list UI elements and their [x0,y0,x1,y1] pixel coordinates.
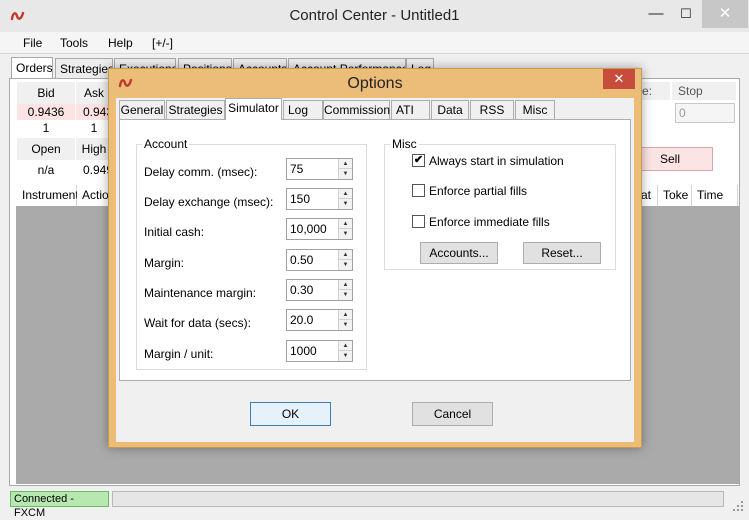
ask-header: Ask [76,82,112,104]
spin-up-icon[interactable]: ▲ [339,159,352,169]
high-value: 0.949 [83,163,114,177]
delay-exchange-input[interactable]: 150 ▲ ▼ [286,188,353,210]
enforce-immediate-fills-label[interactable]: Enforce immediate fills [429,215,550,229]
margin-per-unit-label: Margin / unit: [144,347,214,361]
tab-general[interactable]: General [119,100,165,119]
spin-up-icon[interactable]: ▲ [339,310,352,320]
spin-down-icon[interactable]: ▼ [339,320,352,330]
tab-data[interactable]: Data [431,100,469,119]
cancel-button[interactable]: Cancel [412,402,493,426]
initial-cash-value: 10,000 [290,222,327,236]
wait-for-data-input[interactable]: 20.0 ▲ ▼ [286,309,353,331]
window-title: Control Center - Untitled1 [289,7,460,24]
tab-rss[interactable]: RSS [470,100,514,119]
tab-ati[interactable]: ATI [391,100,430,119]
dialog-close-button[interactable]: ✕ [603,69,635,89]
bid-size: 1 [42,121,50,135]
always-start-simulation-checkbox[interactable]: ✔ [412,154,425,167]
delay-comm-label: Delay comm. (msec): [144,165,258,179]
enforce-partial-fills-label[interactable]: Enforce partial fills [429,184,527,198]
margin-label: Margin: [144,256,185,270]
ok-button[interactable]: OK [250,402,331,426]
column-action[interactable]: Actio [77,185,111,206]
maximize-button[interactable]: ☐ [671,0,701,28]
tab-dialog-strategies[interactable]: Strategies [166,100,225,119]
initial-cash-input[interactable]: 10,000 ▲ ▼ [286,218,353,240]
account-group-label: Account [142,137,190,151]
spin-up-icon[interactable]: ▲ [339,341,352,351]
menu-tools[interactable]: Tools [60,36,88,50]
reset-button[interactable]: Reset... [523,242,601,264]
column-time[interactable]: Time [692,185,738,206]
ask-size: 1 [90,121,98,135]
dialog-title: Options [347,75,403,92]
spin-down-icon[interactable]: ▼ [339,290,352,300]
misc-group-label: Misc [390,137,419,151]
column-instrument[interactable]: Instrument [17,185,79,206]
tab-misc[interactable]: Misc [515,100,555,119]
delay-exchange-value: 150 [290,192,311,206]
accounts-button[interactable]: Accounts... [420,242,498,264]
open-value: n/a [37,163,55,177]
close-window-button[interactable]: ✕ [702,0,748,28]
tab-strategies[interactable]: Strategies [55,58,113,79]
bid-header: Bid [17,82,75,104]
margin-per-unit-value: 1000 [290,344,317,358]
resize-grip-icon[interactable] [732,500,744,512]
column-token[interactable]: Toke [658,185,692,206]
menu-expand-collapse[interactable]: [+/-] [152,36,173,50]
tab-commission[interactable]: Commission [323,100,390,119]
menu-file[interactable]: File [23,36,42,50]
always-start-simulation-label[interactable]: Always start in simulation [429,154,564,168]
bid-value: 0.9436 [17,104,75,120]
spin-up-icon[interactable]: ▲ [339,250,352,260]
delay-exchange-label: Delay exchange (msec): [144,195,274,209]
tab-orders[interactable]: Orders [11,57,53,79]
maintenance-margin-input[interactable]: 0.30 ▲ ▼ [286,279,353,301]
partial-header: e: [642,82,670,100]
spin-down-icon[interactable]: ▼ [339,229,352,239]
open-header: Open [17,138,75,160]
maintenance-margin-label: Maintenance margin: [144,286,257,300]
margin-per-unit-input[interactable]: 1000 ▲ ▼ [286,340,353,362]
spin-down-icon[interactable]: ▼ [339,351,352,361]
margin-value: 0.50 [290,253,314,267]
spin-down-icon[interactable]: ▼ [339,169,352,179]
spin-up-icon[interactable]: ▲ [339,189,352,199]
maintenance-margin-value: 0.30 [290,283,314,297]
spin-up-icon[interactable]: ▲ [339,219,352,229]
stop-price-input[interactable]: 0 [675,103,735,123]
minimize-button[interactable]: — [641,0,671,28]
initial-cash-label: Initial cash: [144,225,205,239]
high-header: High [76,138,112,160]
spin-down-icon[interactable]: ▼ [339,199,352,209]
status-progress-bar [112,491,724,507]
wait-for-data-label: Wait for data (secs): [144,316,251,330]
stop-price-header: Stop Price: [672,82,736,116]
wait-for-data-value: 20.0 [290,313,314,327]
enforce-immediate-fills-checkbox[interactable] [412,215,425,228]
enforce-partial-fills-checkbox[interactable] [412,184,425,197]
spin-up-icon[interactable]: ▲ [339,280,352,290]
margin-input[interactable]: 0.50 ▲ ▼ [286,249,353,271]
menu-help[interactable]: Help [108,36,133,50]
delay-comm-input[interactable]: 75 ▲ ▼ [286,158,353,180]
ask-value: 0.943 [76,104,113,120]
spin-down-icon[interactable]: ▼ [339,260,352,270]
delay-comm-value: 75 [290,162,304,176]
tab-dialog-log[interactable]: Log [283,100,323,119]
connection-status: Connected - FXCM [10,491,109,519]
tab-simulator[interactable]: Simulator [225,98,282,120]
